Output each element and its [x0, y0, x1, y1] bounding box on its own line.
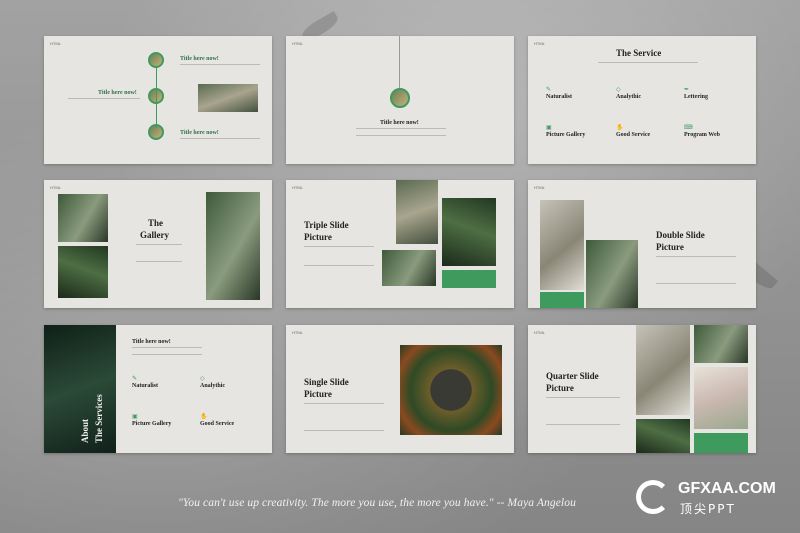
slide-8[interactable]: HTML Single Slide Picture [286, 325, 514, 453]
slide-photo [636, 325, 690, 415]
service-item: Program Web [684, 132, 720, 138]
slide-title: Triple Slide [304, 220, 349, 230]
timeline-title: Title here now! [98, 90, 137, 96]
slide-photo [442, 198, 496, 266]
image-circle [390, 88, 410, 108]
slide-7[interactable]: About The Services Title here now! ✎ Nat… [44, 325, 272, 453]
service-item: Picture Gallery [132, 421, 172, 427]
slide-title: The [148, 218, 164, 228]
slide-text [304, 246, 374, 266]
slide-title: Picture [304, 389, 332, 399]
slide-title: Single Slide [304, 377, 349, 387]
slide-photo [58, 246, 108, 298]
slide-logo: HTML [534, 185, 545, 190]
slide-photo [58, 194, 108, 242]
chart-icon: ◇ [616, 87, 621, 93]
slide-9[interactable]: HTML Quarter Slide Picture [528, 325, 756, 453]
slide-text [598, 62, 698, 68]
vertical-title: About [80, 418, 90, 443]
service-item: Good Service [616, 132, 651, 138]
slide-photo [694, 367, 748, 429]
thumb-icon: ✋ [616, 125, 624, 131]
slide-photo [396, 180, 438, 244]
timeline-line [156, 66, 157, 128]
slide-heading: Title here now! [132, 339, 171, 345]
g-logo-icon [636, 480, 670, 514]
service-item: Picture Gallery [546, 132, 586, 138]
timeline-text [180, 64, 260, 70]
timeline-text [68, 98, 140, 104]
slide-title: Picture [304, 232, 332, 242]
pen-icon: ✒ [684, 87, 690, 93]
watermark-subtext: 顶尖PPT [680, 502, 736, 516]
slide-title: Quarter Slide [546, 371, 599, 381]
slide-photo [636, 419, 690, 453]
quote-caption: "You can't use up creativity. The more y… [178, 497, 576, 509]
slide-text [132, 347, 202, 355]
timeline-title: Title here now! [180, 56, 219, 62]
vertical-title: The Services [94, 394, 104, 443]
slide-photo [400, 345, 502, 435]
slide-2[interactable]: HTML Title here now! [286, 36, 514, 164]
slide-text [546, 397, 620, 425]
hanging-line [399, 36, 400, 88]
thumb-icon: ✋ [200, 414, 208, 420]
accent-block [540, 292, 584, 308]
image-icon: ▣ [132, 414, 138, 420]
slide-6[interactable]: HTML Double Slide Picture [528, 180, 756, 308]
service-item: Good Service [200, 421, 235, 427]
slide-photo [198, 84, 258, 112]
slide-text [304, 403, 384, 431]
leaf-icon: ✎ [546, 87, 552, 93]
slide-title: Gallery [140, 230, 169, 240]
leaf-icon: ✎ [132, 376, 138, 382]
slide-title: Picture [656, 242, 684, 252]
service-item: Analythic [200, 383, 226, 389]
service-item: Analythic [616, 94, 642, 100]
slide-photo [382, 250, 436, 286]
slide-logo: HTML [534, 41, 545, 46]
slide-logo: HTML [292, 330, 303, 335]
timeline-text [180, 138, 260, 144]
watermark: GFXAA.COM 顶尖PPT [636, 476, 786, 524]
slide-photo [586, 240, 638, 308]
slide-logo: HTML [292, 185, 303, 190]
slide-3[interactable]: HTML The Service ✎ Naturalist ◇ Analythi… [528, 36, 756, 164]
slide-title: Double Slide [656, 230, 705, 240]
slide-photo [694, 325, 748, 363]
chart-icon: ◇ [200, 376, 205, 382]
timeline-title: Title here now! [180, 130, 219, 136]
slide-4[interactable]: HTML The Gallery [44, 180, 272, 308]
accent-block [694, 433, 748, 453]
slide-text [136, 244, 182, 262]
watermark-text: GFXAA.COM [678, 480, 776, 497]
slide-photo [206, 192, 260, 300]
slide-logo: HTML [534, 330, 545, 335]
slide-logo: HTML [50, 185, 61, 190]
service-item: Naturalist [546, 94, 572, 100]
slide-logo: HTML [50, 41, 61, 46]
code-icon: ⌨ [684, 125, 693, 131]
image-icon: ▣ [546, 125, 552, 131]
slide-title: The Service [616, 48, 662, 58]
slide-title: Picture [546, 383, 574, 393]
slide-text [356, 128, 446, 136]
slide-logo: HTML [292, 41, 303, 46]
slide-heading: Title here now! [380, 120, 419, 126]
slide-photo [540, 200, 584, 290]
slide-text [656, 256, 736, 284]
service-item: Lettering [684, 94, 708, 100]
slide-5[interactable]: HTML Triple Slide Picture [286, 180, 514, 308]
service-item: Naturalist [132, 383, 158, 389]
slide-1[interactable]: HTML Title here now! Title here now! Tit… [44, 36, 272, 164]
accent-block [442, 270, 496, 288]
